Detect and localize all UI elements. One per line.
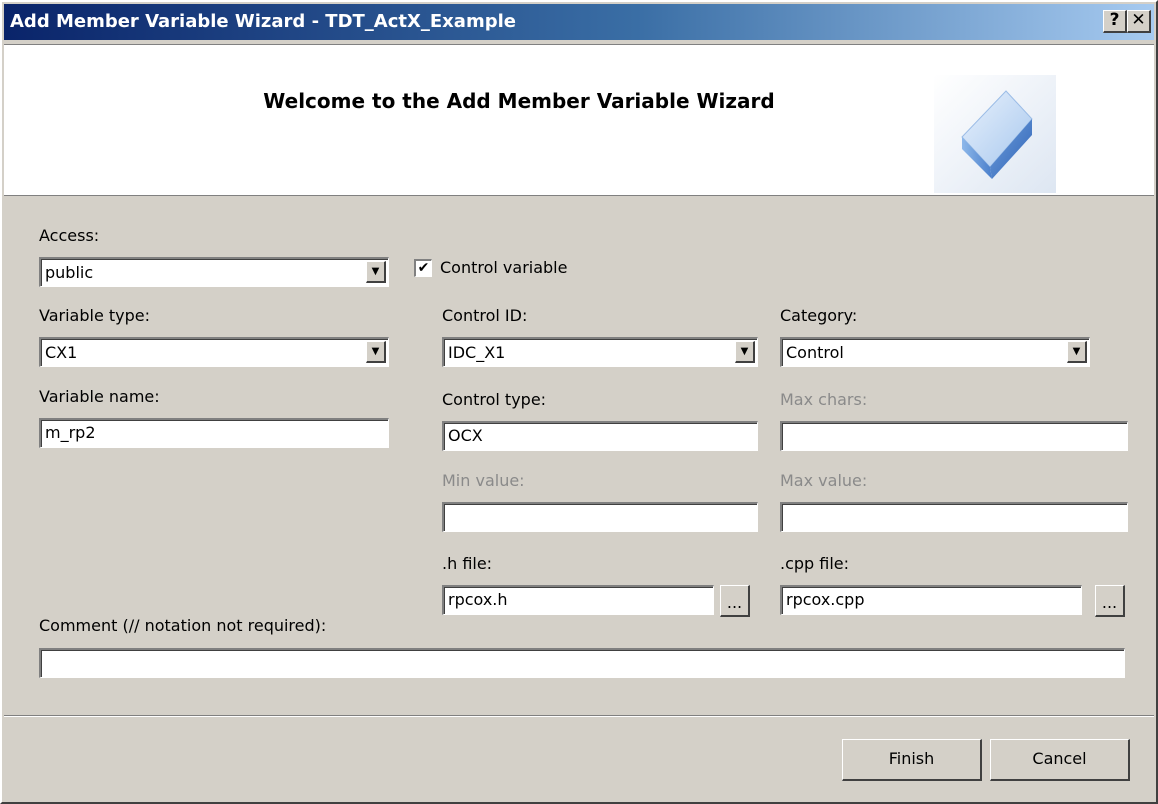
access-value: public (45, 263, 94, 282)
control-type-input[interactable]: OCX (442, 421, 758, 451)
chevron-down-icon[interactable]: ▼ (366, 341, 386, 363)
variable-type-select[interactable]: CX1 ▼ (39, 337, 389, 367)
cpp-file-browse-button[interactable]: ... (1095, 585, 1125, 617)
variable-name-label: Variable name: (39, 387, 160, 406)
help-button[interactable]: ? (1103, 10, 1127, 33)
chevron-down-icon[interactable]: ▼ (366, 261, 386, 283)
h-file-browse-button[interactable]: ... (720, 585, 750, 617)
control-id-label: Control ID: (442, 306, 528, 325)
min-value-input[interactable] (442, 502, 758, 532)
variable-type-value: CX1 (45, 343, 78, 362)
wizard-banner: Welcome to the Add Member Variable Wizar… (4, 44, 1154, 196)
banner-title: Welcome to the Add Member Variable Wizar… (263, 89, 775, 113)
comment-label: Comment (// notation not required): (39, 616, 327, 635)
category-value: Control (786, 343, 844, 362)
comment-input[interactable] (39, 648, 1125, 678)
finish-button[interactable]: Finish (842, 739, 982, 781)
access-label: Access: (39, 226, 100, 245)
cpp-file-label: .cpp file: (780, 554, 850, 573)
h-file-label: .h file: (442, 554, 493, 573)
control-type-label: Control type: (442, 390, 547, 409)
category-label: Category: (780, 306, 858, 325)
control-variable-checkbox[interactable]: ✔ (414, 259, 432, 277)
title-bar[interactable]: Add Member Variable Wizard - TDT_ActX_Ex… (4, 4, 1154, 40)
variable-name-input[interactable]: m_rp2 (39, 418, 389, 448)
footer-divider (4, 715, 1154, 717)
max-chars-label: Max chars: (780, 390, 868, 409)
wizard-dialog: Add Member Variable Wizard - TDT_ActX_Ex… (0, 0, 1158, 804)
window-title: Add Member Variable Wizard - TDT_ActX_Ex… (10, 11, 516, 32)
variable-type-label: Variable type: (39, 306, 150, 325)
h-file-input[interactable]: rpcox.h (442, 585, 714, 615)
chevron-down-icon[interactable]: ▼ (1067, 341, 1087, 363)
control-variable-label[interactable]: Control variable (440, 258, 567, 277)
max-value-input[interactable] (780, 502, 1128, 532)
close-button[interactable]: ✕ (1127, 10, 1151, 33)
chevron-down-icon[interactable]: ▼ (735, 341, 755, 363)
wizard-cube-icon (934, 75, 1056, 193)
cancel-button[interactable]: Cancel (990, 739, 1130, 781)
control-id-select[interactable]: IDC_X1 ▼ (442, 337, 758, 367)
max-value-label: Max value: (780, 471, 868, 490)
cpp-file-input[interactable]: rpcox.cpp (780, 585, 1082, 615)
control-id-value: IDC_X1 (448, 343, 506, 362)
access-select[interactable]: public ▼ (39, 257, 389, 287)
max-chars-input[interactable] (780, 421, 1128, 451)
min-value-label: Min value: (442, 471, 525, 490)
category-select[interactable]: Control ▼ (780, 337, 1090, 367)
